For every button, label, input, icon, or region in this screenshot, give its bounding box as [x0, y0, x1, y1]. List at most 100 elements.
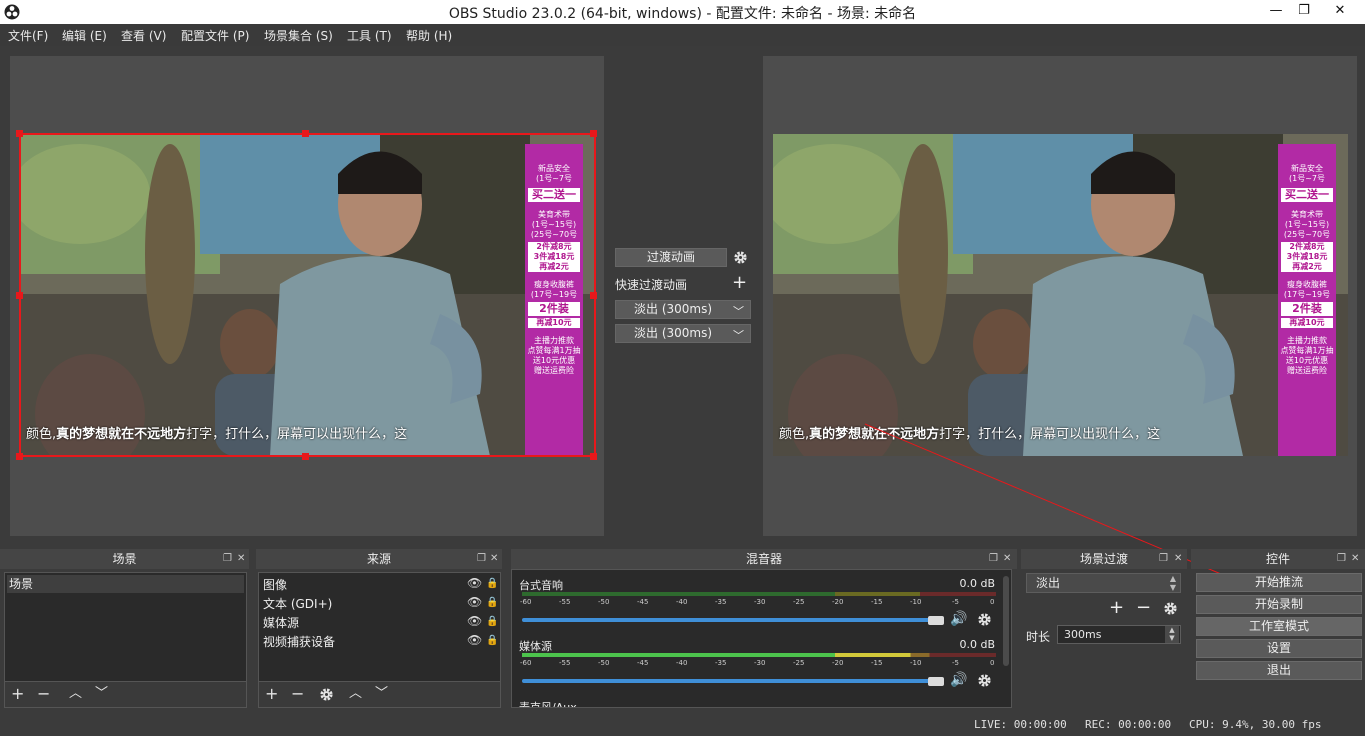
menu-edit[interactable]: 编辑 (E) — [62, 27, 107, 44]
source-item-media[interactable]: 媒体源 — [263, 614, 299, 631]
program-subtitle-part-c: 打字，打什么，屏幕可以出现什么，这 — [939, 427, 1161, 442]
volume-slider[interactable] — [522, 618, 942, 622]
program-subtitle-part-a: 颜色, — [779, 427, 810, 442]
close-icon[interactable]: ✕ — [490, 549, 498, 569]
menu-file[interactable]: 文件(F) — [8, 27, 48, 44]
remove-transition-minus-icon[interactable]: − — [1136, 597, 1151, 618]
program-banner-deal-2: 3件减18元 — [1281, 252, 1333, 262]
menu-view[interactable]: 查看 (V) — [121, 27, 166, 44]
list-item[interactable]: 场景 — [7, 575, 244, 593]
menu-tools[interactable]: 工具 (T) — [347, 27, 392, 44]
source-item-text-gdi[interactable]: 文本 (GDI+) — [263, 595, 332, 612]
spinner-arrows-icon[interactable]: ▲ ▼ — [1165, 626, 1179, 643]
move-up-icon[interactable]: ︿ — [69, 685, 82, 703]
preview-pane[interactable]: 新品安全 (1号~7号 买二送一 美育术带 (1号~15号) (25号~70号 … — [10, 56, 604, 536]
lock-icon[interactable]: 🔒 — [486, 578, 498, 589]
move-up-icon[interactable]: ︿ — [349, 685, 362, 703]
add-source-plus-icon[interactable]: + — [265, 685, 278, 703]
add-transition-plus-icon[interactable]: + — [1109, 597, 1124, 618]
tick-label: -45 — [637, 598, 649, 606]
float-icon[interactable]: ❐ — [223, 549, 232, 569]
resize-handle-bottom[interactable] — [302, 453, 309, 460]
mixer-dock-title: 混音器 ❐ ✕ — [511, 549, 1017, 569]
close-button[interactable]: ✕ — [1318, 0, 1362, 22]
tick-label: -50 — [598, 598, 610, 606]
volume-slider-handle[interactable] — [928, 616, 944, 625]
resize-handle-left[interactable] — [16, 292, 23, 299]
volume-slider-handle[interactable] — [928, 677, 944, 686]
lock-icon[interactable]: 🔒 — [486, 616, 498, 627]
sources-dock-title: 来源 ❐ ✕ — [256, 549, 502, 569]
resize-handle-top-left[interactable] — [16, 130, 23, 137]
program-banner-line-1: (1号~7号 — [1288, 174, 1325, 183]
window-title: OBS Studio 23.0.2 (64-bit, windows) - 配置… — [448, 6, 917, 22]
remove-source-minus-icon[interactable]: − — [291, 685, 304, 703]
float-icon[interactable]: ❐ — [989, 549, 998, 569]
quick-transition-select-2[interactable]: 淡出 (300ms) ﹀ — [615, 324, 751, 343]
transition-type-select[interactable]: 淡出 ▲ ▼ — [1026, 573, 1181, 593]
resize-handle-right[interactable] — [590, 292, 597, 299]
visibility-eye-icon[interactable]: 👁 — [467, 614, 482, 628]
program-banner-title-4: 主播力推款 — [1287, 336, 1327, 345]
mixer-settings-gear-icon[interactable] — [977, 612, 992, 627]
sources-toolbar: + − ︿ ﹀ — [258, 682, 501, 708]
lock-icon[interactable]: 🔒 — [486, 635, 498, 646]
visibility-eye-icon[interactable]: 👁 — [467, 633, 482, 647]
add-scene-plus-icon[interactable]: + — [11, 685, 24, 703]
quick-transition-select-1[interactable]: 淡出 (300ms) ﹀ — [615, 300, 751, 319]
close-icon[interactable]: ✕ — [1003, 549, 1011, 569]
program-banner-deal-3: 再减2元 — [1281, 262, 1333, 272]
transition-properties-gear-icon[interactable] — [1163, 601, 1178, 616]
move-down-icon[interactable]: ﹀ — [375, 685, 388, 703]
scenes-list[interactable]: 场景 — [4, 572, 247, 682]
move-down-icon[interactable]: ﹀ — [95, 685, 108, 703]
float-icon[interactable]: ❐ — [1159, 549, 1168, 569]
remove-scene-minus-icon[interactable]: − — [37, 685, 50, 703]
close-icon[interactable]: ✕ — [1351, 549, 1359, 569]
selection-outline[interactable] — [19, 133, 596, 457]
close-icon[interactable]: ✕ — [237, 549, 245, 569]
add-quick-transition-plus-icon[interactable]: + — [732, 272, 747, 293]
exit-button[interactable]: 退出 — [1196, 661, 1362, 680]
tick-label: -50 — [598, 659, 610, 667]
sources-list[interactable]: 图像 文本 (GDI+) 媒体源 视频捕获设备 👁 🔒 👁 🔒 👁 🔒 👁 🔒 — [258, 572, 501, 682]
float-icon[interactable]: ❐ — [477, 549, 486, 569]
settings-button[interactable]: 设置 — [1196, 639, 1362, 658]
resize-handle-bottom-right[interactable] — [590, 453, 597, 460]
duration-spinbox[interactable]: 300ms ▲ ▼ — [1057, 625, 1181, 644]
source-properties-gear-icon[interactable] — [319, 687, 334, 702]
tick-label: -55 — [559, 598, 571, 606]
mixer-panel: 台式音响 0.0 dB -60 -55 -50 -45 -40 -35 -30 … — [511, 569, 1012, 708]
mixer-scrollbar[interactable] — [1003, 576, 1009, 666]
menu-profile[interactable]: 配置文件 (P) — [181, 27, 249, 44]
program-banner-deal-4: 再减10元 — [1281, 318, 1333, 328]
menu-scene-collection[interactable]: 场景集合 (S) — [264, 27, 333, 44]
maximize-button[interactable]: ❐ — [1290, 0, 1318, 22]
menu-help[interactable]: 帮助 (H) — [406, 27, 452, 44]
resize-handle-bottom-left[interactable] — [16, 453, 23, 460]
mixer-settings-gear-icon[interactable] — [977, 673, 992, 688]
speaker-icon[interactable]: 🔊 — [950, 611, 967, 627]
studio-mode-button[interactable]: 工作室模式 — [1196, 617, 1362, 636]
source-item-image[interactable]: 图像 — [263, 576, 287, 593]
close-icon[interactable]: ✕ — [1174, 549, 1182, 569]
resize-handle-top[interactable] — [302, 130, 309, 137]
lock-icon[interactable]: 🔒 — [486, 597, 498, 608]
transition-button[interactable]: 过渡动画 — [615, 248, 727, 267]
start-streaming-button[interactable]: 开始推流 — [1196, 573, 1362, 592]
visibility-eye-icon[interactable]: 👁 — [467, 595, 482, 609]
chevron-down-icon: ﹀ — [733, 305, 744, 318]
volume-slider[interactable] — [522, 679, 942, 683]
resize-handle-top-right[interactable] — [590, 130, 597, 137]
quick-transition-value-2: 淡出 (300ms) — [634, 326, 713, 340]
float-icon[interactable]: ❐ — [1337, 549, 1346, 569]
program-subtitle-text: 颜色,真的梦想就在不远地方打字，打什么，屏幕可以出现什么，这 — [779, 423, 1160, 442]
minimize-button[interactable]: — — [1262, 0, 1290, 22]
start-recording-button[interactable]: 开始录制 — [1196, 595, 1362, 614]
source-item-video-capture[interactable]: 视频捕获设备 — [263, 633, 335, 650]
speaker-icon[interactable]: 🔊 — [950, 672, 967, 688]
visibility-eye-icon[interactable]: 👁 — [467, 576, 482, 590]
program-banner-line-6: 送10元优惠 — [1285, 356, 1329, 365]
transition-settings-gear-icon[interactable] — [733, 250, 748, 265]
chevron-down-icon: ﹀ — [733, 329, 744, 342]
